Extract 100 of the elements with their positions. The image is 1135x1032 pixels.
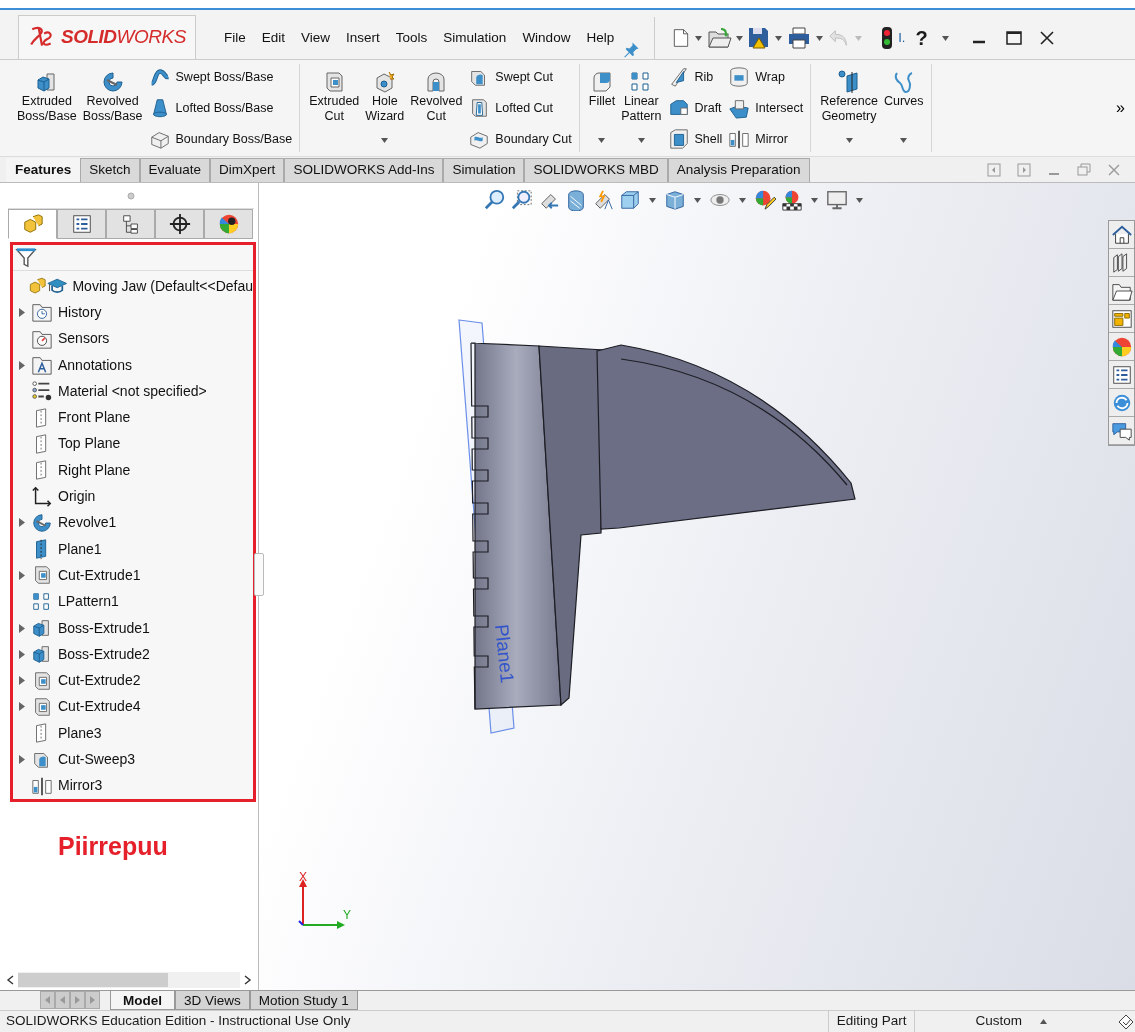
caret-icon[interactable] <box>856 198 863 204</box>
command-tab[interactable]: Sketch <box>80 158 140 182</box>
tree-item[interactable]: Mirror3 <box>58 775 103 797</box>
caret-icon[interactable] <box>381 138 389 144</box>
task-pane-tab[interactable] <box>1109 417 1134 445</box>
caret-icon[interactable] <box>739 198 746 204</box>
caret-icon[interactable] <box>695 35 703 41</box>
task-pane-tab[interactable] <box>1109 305 1134 333</box>
ribbon-tool-button[interactable]: Hole Wizard <box>362 64 408 152</box>
tree-item[interactable]: Right Plane <box>58 459 131 481</box>
axis-triad-drawing[interactable] <box>298 879 345 929</box>
caret-icon[interactable] <box>775 35 783 41</box>
command-tab[interactable]: Evaluate <box>139 158 211 182</box>
open-folder-icon[interactable] <box>706 26 733 50</box>
ribbon-tool-button[interactable]: Reference Geometry <box>817 64 881 152</box>
user-label[interactable]: I. <box>898 28 906 48</box>
tree-item[interactable]: History <box>58 301 102 323</box>
caret-icon[interactable] <box>811 198 818 204</box>
ribbon-tool-button[interactable]: Boundary Cut <box>468 128 572 150</box>
tree-item[interactable]: Material <not specified> <box>58 380 207 402</box>
panel-tab[interactable] <box>106 209 155 239</box>
tree-item[interactable]: Front Plane <box>58 407 131 429</box>
traffic-light-icon[interactable] <box>880 26 895 50</box>
bottom-tab[interactable]: 3D Views <box>175 991 250 1010</box>
scrollbar-thumb[interactable] <box>18 973 168 987</box>
task-pane-tab[interactable] <box>1109 277 1134 305</box>
caret-icon[interactable] <box>637 138 645 144</box>
tree-item[interactable]: Plane3 <box>58 722 102 744</box>
annotation-view-icon[interactable] <box>592 189 614 211</box>
tree-item[interactable]: Origin <box>58 486 96 507</box>
help-icon[interactable]: ? <box>915 23 928 53</box>
command-tab[interactable]: Analysis Preparation <box>667 158 810 182</box>
expand-arrow-icon[interactable] <box>19 570 25 580</box>
command-tab[interactable]: Features <box>6 158 81 182</box>
ribbon-tool-button[interactable]: Lofted Boss/Base <box>148 97 293 119</box>
menu-item[interactable]: File <box>216 27 254 49</box>
task-pane-tab[interactable] <box>1109 389 1134 417</box>
menu-item[interactable]: Window <box>514 27 579 49</box>
task-pane-tab[interactable] <box>1109 249 1134 277</box>
panel-tab[interactable] <box>204 209 253 239</box>
command-tab[interactable]: SOLIDWORKS MBD <box>524 158 668 182</box>
menu-item[interactable]: Help <box>578 27 623 49</box>
maximize-icon[interactable] <box>1004 29 1023 47</box>
ribbon-tool-button[interactable]: Extruded Boss/Base <box>14 64 80 152</box>
ribbon-tool-button[interactable]: Shell <box>667 128 723 150</box>
ribbon-tool-button[interactable]: Linear Pattern <box>618 64 665 152</box>
bottom-tab[interactable]: Motion Study 1 <box>249 991 358 1010</box>
command-tab[interactable]: DimXpert <box>210 158 285 182</box>
caret-icon[interactable] <box>941 35 949 41</box>
tree-item[interactable]: Revolve1 <box>58 512 117 534</box>
ribbon-tool-button[interactable]: Curves <box>880 64 927 152</box>
zoom-area-icon[interactable] <box>511 189 533 211</box>
task-pane-tab[interactable] <box>1109 361 1134 389</box>
task-pane-tab[interactable] <box>1109 221 1134 249</box>
view-cube-icon[interactable] <box>619 189 641 211</box>
ribbon-tool-button[interactable]: Swept Boss/Base <box>148 66 293 88</box>
caret-icon[interactable] <box>736 35 744 41</box>
expand-arrow-icon[interactable] <box>19 649 25 659</box>
command-tab[interactable]: Simulation <box>443 158 525 182</box>
appearance-pencil-icon[interactable] <box>754 189 776 211</box>
tree-item[interactable]: Cut-Extrude2 <box>58 670 141 692</box>
pin-icon[interactable] <box>622 41 641 59</box>
expand-arrow-icon[interactable] <box>19 702 25 712</box>
expand-arrow-icon[interactable] <box>19 676 25 686</box>
command-tab[interactable]: SOLIDWORKS Add-Ins <box>284 158 444 182</box>
scene-ball-icon[interactable] <box>781 189 803 211</box>
caret-icon[interactable] <box>845 138 853 144</box>
caret-icon[interactable] <box>598 138 606 144</box>
tree-item[interactable]: Cut-Extrude4 <box>58 696 141 718</box>
tree-item[interactable]: Sensors <box>58 328 110 350</box>
panel-tab[interactable] <box>155 209 204 239</box>
tree-item[interactable]: Cut-Sweep3 <box>58 749 136 770</box>
unit-system-selector[interactable]: Custom <box>975 1011 1022 1032</box>
ribbon-tool-button[interactable]: Extruded Cut <box>306 64 363 152</box>
ribbon-tool-button[interactable]: Lofted Cut <box>468 97 572 119</box>
tree-item[interactable]: Boss-Extrude2 <box>58 643 150 665</box>
bottom-tab[interactable]: Model <box>110 991 175 1010</box>
scroll-right-icon[interactable] <box>244 975 252 985</box>
tree-item[interactable]: LPattern1 <box>58 591 119 613</box>
zoom-fit-icon[interactable] <box>484 189 506 211</box>
expand-arrow-icon[interactable] <box>19 518 25 528</box>
caret-icon[interactable] <box>816 35 824 41</box>
scroll-left-icon[interactable] <box>6 975 14 985</box>
menu-item[interactable]: View <box>293 27 339 49</box>
menu-item[interactable]: Edit <box>253 27 294 49</box>
expand-arrow-icon[interactable] <box>19 307 25 317</box>
ribbon-tool-button[interactable]: Boundary Boss/Base <box>148 128 293 150</box>
splitter-handle[interactable] <box>254 553 264 596</box>
menu-item[interactable]: Tools <box>387 27 436 49</box>
caret-icon[interactable] <box>694 198 701 204</box>
ribbon-tool-button[interactable]: Mirror <box>728 128 804 150</box>
ribbon-tool-button[interactable]: Rib <box>667 66 723 88</box>
tree-item[interactable]: Moving Jaw (Default<<Defau <box>72 275 253 297</box>
tree-item[interactable]: Plane1 <box>58 538 102 560</box>
menu-item[interactable]: Insert <box>338 27 388 49</box>
tree-item[interactable]: Cut-Extrude1 <box>58 564 141 586</box>
task-pane-tab[interactable] <box>1109 333 1134 361</box>
part-model-drawing[interactable] <box>458 319 856 734</box>
ribbon-tool-button[interactable]: Revolved Boss/Base <box>79 64 146 152</box>
caret-icon[interactable] <box>900 138 908 144</box>
